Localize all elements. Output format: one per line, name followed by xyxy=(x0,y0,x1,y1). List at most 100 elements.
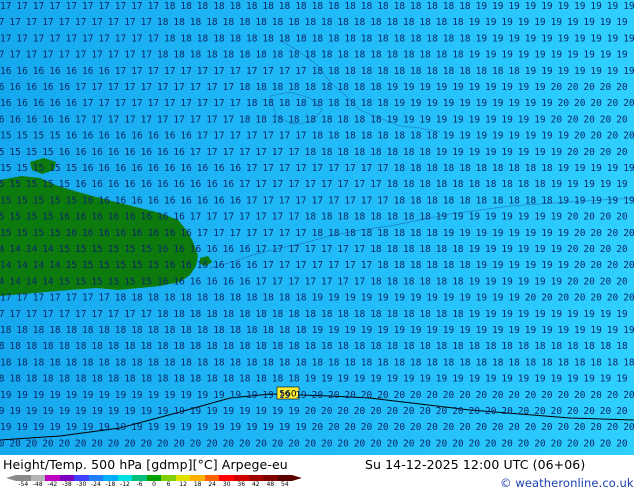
temperature-value: 18 xyxy=(279,357,291,368)
temperature-value: 19 xyxy=(328,293,340,304)
temperature-value: 18 xyxy=(157,50,169,61)
temperature-value: 19 xyxy=(492,1,504,12)
temperature-value: 17 xyxy=(98,98,109,109)
temperature-value: 19 xyxy=(469,147,481,158)
temperature-value: 18 xyxy=(344,357,356,368)
temperature-value: 17 xyxy=(272,212,283,223)
temperature-value: 17 xyxy=(59,17,70,28)
temperature-value: 18 xyxy=(337,212,349,223)
temperature-value: 17 xyxy=(206,147,217,158)
temperature-value: 20 xyxy=(583,244,595,255)
temperature-value: 19 xyxy=(91,406,103,417)
temperature-value: 18 xyxy=(443,66,455,77)
temperature-value: 17 xyxy=(16,33,27,44)
temperature-value: 20 xyxy=(551,438,563,449)
temperature-value: 17 xyxy=(312,163,323,174)
temperature-value: 17 xyxy=(272,147,283,158)
temperature-value: 18 xyxy=(370,114,382,125)
temperature-value: 15 xyxy=(42,179,53,190)
temperature-value: 18 xyxy=(436,276,448,287)
temperature-value: 20 xyxy=(607,131,619,142)
temperature-value: 17 xyxy=(131,33,142,44)
temperature-value: 20 xyxy=(344,390,356,401)
temperature-value: 19 xyxy=(583,309,595,320)
temperature-value: 18 xyxy=(16,357,28,368)
temperature-value: 17 xyxy=(337,276,348,287)
temperature-value: 19 xyxy=(410,98,422,109)
temperature-value: 19 xyxy=(26,406,38,417)
temperature-value: 20 xyxy=(272,438,284,449)
temperature-value: 20 xyxy=(534,406,546,417)
map-footer: Height/Temp. 500 hPa [gdmp][°C] Arpege-e… xyxy=(0,455,634,490)
temperature-value: 20 xyxy=(623,422,634,433)
temperature-value: 16 xyxy=(173,147,185,158)
scale-tick-label: -6 xyxy=(136,481,143,488)
temperature-value: 18 xyxy=(403,276,415,287)
temperature-value: 18 xyxy=(410,163,422,174)
temperature-value: 17 xyxy=(230,98,241,109)
temperature-value: 19 xyxy=(436,114,448,125)
temperature-value: 17 xyxy=(246,228,257,239)
temperature-value: 17 xyxy=(98,33,109,44)
temperature-value: 19 xyxy=(558,195,570,206)
temperature-value: 20 xyxy=(616,276,628,287)
temperature-value: 16 xyxy=(173,212,185,223)
temperature-value: 19 xyxy=(508,293,520,304)
temperature-value: 17 xyxy=(223,147,234,158)
temperature-value: 18 xyxy=(394,163,406,174)
temperature-value: 14 xyxy=(0,244,5,255)
temperature-value: 18 xyxy=(213,293,225,304)
temperature-value: 20 xyxy=(305,406,317,417)
temperature-value: 16 xyxy=(98,228,110,239)
temperature-value: 19 xyxy=(426,98,438,109)
temperature-value: 19 xyxy=(583,50,595,61)
temperature-value: 19 xyxy=(501,374,513,385)
temperature-value: 19 xyxy=(607,195,619,206)
temperature-value: 17 xyxy=(42,17,53,28)
temperature-value: 17 xyxy=(98,1,109,12)
temperature-value: 16 xyxy=(82,195,94,206)
temperature-value: 20 xyxy=(616,212,628,223)
temperature-value: 19 xyxy=(394,293,406,304)
temperature-value: 19 xyxy=(131,390,143,401)
temperature-value: 19 xyxy=(558,131,570,142)
temperature-value: 18 xyxy=(180,293,192,304)
credit-link[interactable]: © weatheronline.co.uk xyxy=(500,476,634,490)
temperature-value: 19 xyxy=(623,195,634,206)
temperature-value: 20 xyxy=(321,438,333,449)
temperature-value: 17 xyxy=(82,98,93,109)
temperature-value: 15 xyxy=(124,276,135,287)
temperature-value: 19 xyxy=(492,293,504,304)
temperature-value: 18 xyxy=(370,276,382,287)
scale-arrow-left xyxy=(6,475,16,481)
temperature-value: 18 xyxy=(16,325,28,336)
temperature-value: 19 xyxy=(164,422,176,433)
temperature-value: 18 xyxy=(485,179,497,190)
temperature-value: 19 xyxy=(279,390,291,401)
temperature-value: 18 xyxy=(426,357,438,368)
temperature-value: 19 xyxy=(436,147,448,158)
temperature-value: 16 xyxy=(180,260,192,271)
temperature-value: 16 xyxy=(148,228,160,239)
temperature-value: 19 xyxy=(551,276,563,287)
temperature-value: 18 xyxy=(115,293,127,304)
temperature-value: 15 xyxy=(59,276,70,287)
temperature-value: 17 xyxy=(239,147,250,158)
temperature-value: 19 xyxy=(436,374,448,385)
temperature-value: 18 xyxy=(223,50,235,61)
temperature-value: 16 xyxy=(180,228,192,239)
temperature-value: 20 xyxy=(558,390,570,401)
temperature-value: 16 xyxy=(230,195,242,206)
temperature-value: 19 xyxy=(607,163,619,174)
temperature-value: 20 xyxy=(574,422,586,433)
temperature-value: 18 xyxy=(0,341,5,352)
temperature-value: 20 xyxy=(574,390,586,401)
temperature-value: 19 xyxy=(600,50,612,61)
temperature-value: 17 xyxy=(141,114,152,125)
temperature-value: 18 xyxy=(403,17,415,28)
temperature-value: 18 xyxy=(567,341,579,352)
temperature-value: 16 xyxy=(239,276,251,287)
temperature-value: 18 xyxy=(492,66,504,77)
temperature-value: 19 xyxy=(508,131,520,142)
temperature-value: 17 xyxy=(312,260,323,271)
